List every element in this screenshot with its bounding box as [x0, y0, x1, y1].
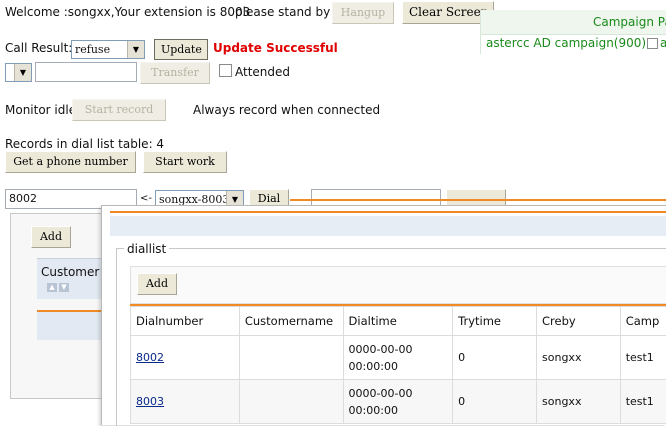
dialtime-time: 00:00:00	[349, 360, 398, 373]
dialog-top-accent	[110, 211, 666, 213]
trytime-cell: 0	[453, 336, 537, 380]
creby-cell: songxx	[537, 336, 621, 380]
call-result-value: refuse	[75, 43, 110, 56]
call-result-label: Call Result:	[5, 41, 72, 55]
hangup-button[interactable]: Hangup	[332, 2, 394, 24]
chevron-down-icon: ▼	[127, 41, 144, 58]
transfer-input[interactable]	[35, 62, 137, 82]
chevron-down-icon: ▼	[14, 64, 31, 81]
column-header[interactable]: Customername	[239, 307, 343, 336]
transfer-button[interactable]: Transfer	[140, 62, 210, 84]
creby-cell: songxx	[537, 380, 621, 424]
dialog-title-line	[290, 199, 666, 201]
dialtime-time: 00:00:00	[349, 404, 398, 417]
dialog-button-bar: Add	[130, 266, 666, 304]
table-row: 8003 0000-00-00 00:00:00 0 songxx test1	[131, 380, 666, 424]
dialnumber-link[interactable]: 8003	[136, 395, 164, 408]
dialtime-date: 0000-00-00	[349, 343, 413, 356]
campaign-item-label: astercc AD campaign(900)	[486, 36, 646, 50]
column-header[interactable]: Dialtime	[343, 307, 453, 336]
column-header[interactable]: Camp	[620, 307, 666, 336]
welcome-text: Welcome :songxx,Your extension is 8003	[5, 5, 250, 19]
bg-row-header	[37, 310, 111, 340]
stand-by-text: please stand by	[235, 5, 330, 19]
dialnumber-link[interactable]: 8002	[136, 351, 164, 364]
campaign-panel: Campaign Pa astercc AD campaign(900) a	[480, 10, 666, 54]
campaign-cell: test1	[620, 380, 666, 424]
update-status: Update Successful	[213, 41, 338, 55]
diallist-legend: diallist	[124, 242, 169, 256]
get-phone-number-button[interactable]: Get a phone number	[5, 151, 136, 173]
dialnumber-cell: 8003	[131, 380, 240, 424]
campaign-item-suffix: a	[660, 36, 666, 50]
start-record-button[interactable]: Start record	[72, 99, 166, 121]
sort-up-icon[interactable]: ▲	[47, 283, 57, 292]
record-note: Always record when connected	[193, 103, 380, 117]
records-count: Records in dial list table: 4	[5, 137, 164, 151]
campaign-panel-header: Campaign Pa	[481, 10, 666, 35]
call-result-select[interactable]: refuse ▼	[71, 40, 145, 59]
update-button[interactable]: Update	[154, 39, 208, 60]
customername-cell	[239, 336, 343, 380]
bg-column-header: Customer N ▲ ▼	[37, 258, 111, 299]
column-header[interactable]: Trytime	[453, 307, 537, 336]
background-panel: Add Customer N ▲ ▼	[10, 213, 110, 399]
dialtime-cell: 0000-00-00 00:00:00	[343, 336, 453, 380]
dial-arrow-text: <-	[140, 193, 152, 204]
table-header-row: Dialnumber Customername Dialtime Trytime…	[131, 307, 666, 336]
attended-checkbox[interactable]	[219, 64, 232, 77]
dialnumber-cell: 8002	[131, 336, 240, 380]
start-work-button[interactable]: Start work	[143, 151, 227, 173]
customername-cell	[239, 380, 343, 424]
table-row: 8002 0000-00-00 00:00:00 0 songxx test1	[131, 336, 666, 380]
monitor-status: Monitor idle	[5, 103, 76, 117]
trytime-cell: 0	[453, 380, 537, 424]
transfer-select[interactable]: ▼	[5, 63, 32, 82]
sort-down-icon[interactable]: ▼	[59, 283, 69, 292]
dialog-add-button[interactable]: Add	[137, 273, 177, 295]
attended-label: Attended	[235, 65, 290, 79]
diallist-table: Dialnumber Customername Dialtime Trytime…	[130, 306, 666, 424]
campaign-checkbox[interactable]	[647, 38, 658, 49]
campaign-panel-title: Campaign Pa	[593, 15, 666, 29]
column-header[interactable]: Creby	[537, 307, 621, 336]
diallist-dialog: diallist Add Dialnumber Customername Dia…	[101, 205, 666, 425]
bg-add-button[interactable]: Add	[31, 226, 71, 248]
dialtime-cell: 0000-00-00 00:00:00	[343, 380, 453, 424]
campaign-cell: test1	[620, 336, 666, 380]
column-header[interactable]: Dialnumber	[131, 307, 240, 336]
dialog-toolbar	[110, 216, 666, 236]
dialtime-date: 0000-00-00	[349, 387, 413, 400]
